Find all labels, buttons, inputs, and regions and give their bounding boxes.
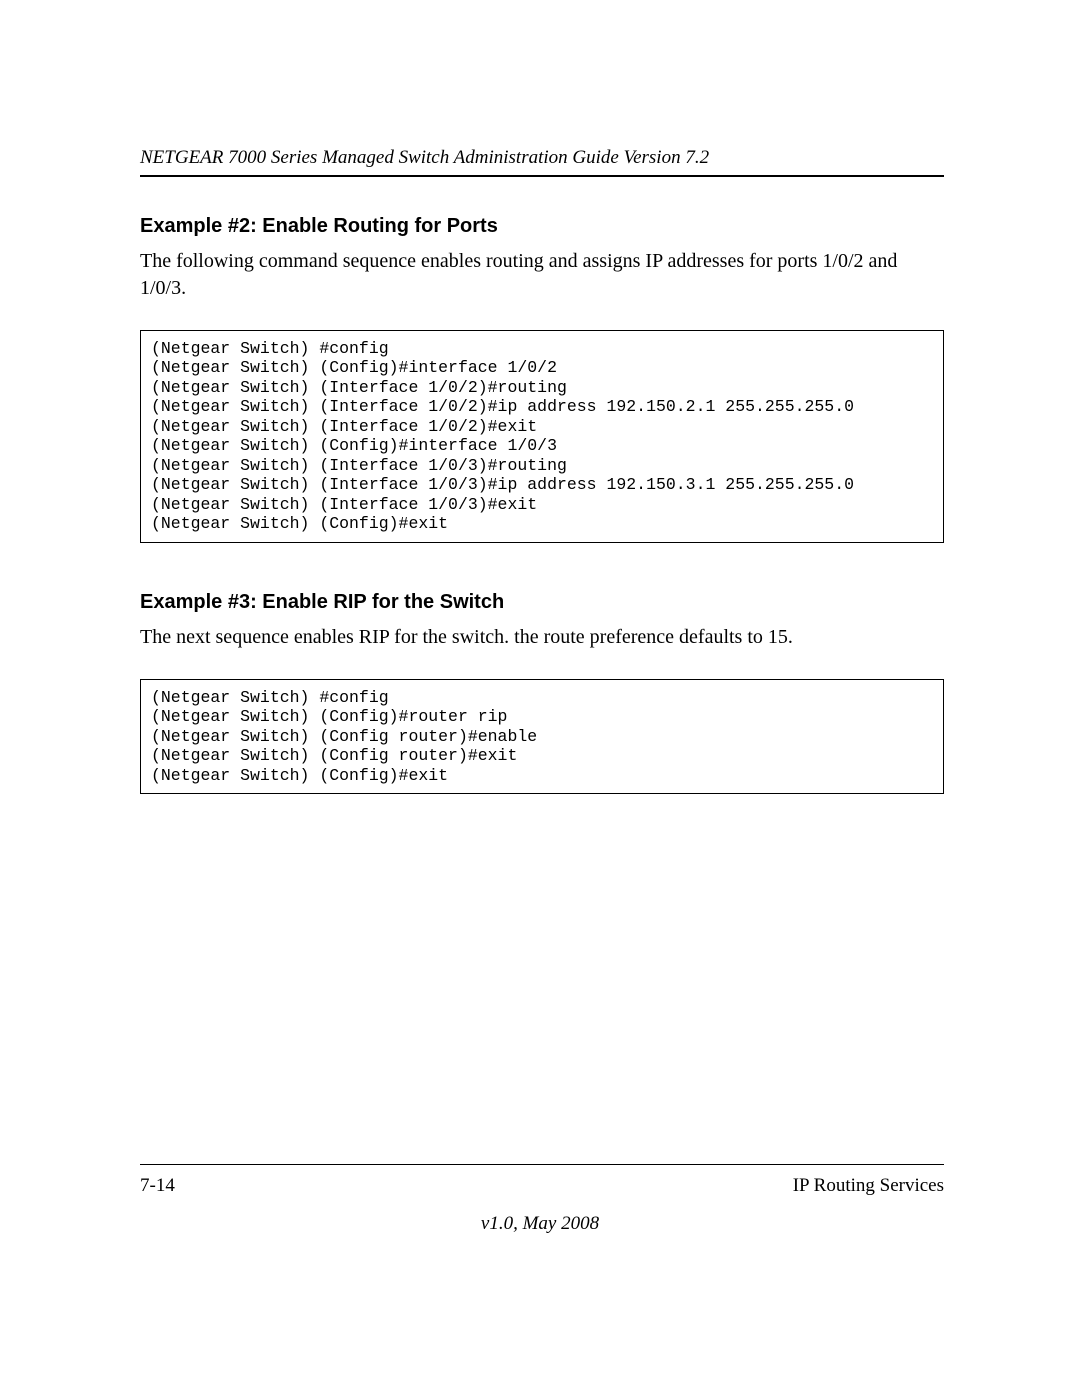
page-number: 7-14	[140, 1175, 175, 1197]
code-block-ex3: (Netgear Switch) #config (Netgear Switch…	[140, 679, 944, 794]
page: NETGEAR 7000 Series Managed Switch Admin…	[0, 0, 1080, 1397]
version-line: v1.0, May 2008	[0, 1213, 1080, 1235]
footer: 7-14 IP Routing Services	[140, 1164, 944, 1197]
section-para-ex3: The next sequence enables RIP for the sw…	[140, 624, 944, 651]
running-header: NETGEAR 7000 Series Managed Switch Admin…	[140, 147, 944, 177]
footer-section-title: IP Routing Services	[793, 1175, 944, 1197]
section-para-ex2: The following command sequence enables r…	[140, 248, 944, 302]
section-heading-ex3: Example #3: Enable RIP for the Switch	[140, 591, 944, 614]
code-block-ex2: (Netgear Switch) #config (Netgear Switch…	[140, 330, 944, 543]
section-heading-ex2: Example #2: Enable Routing for Ports	[140, 215, 944, 238]
footer-rule	[140, 1164, 944, 1165]
footer-line: 7-14 IP Routing Services	[140, 1175, 944, 1197]
